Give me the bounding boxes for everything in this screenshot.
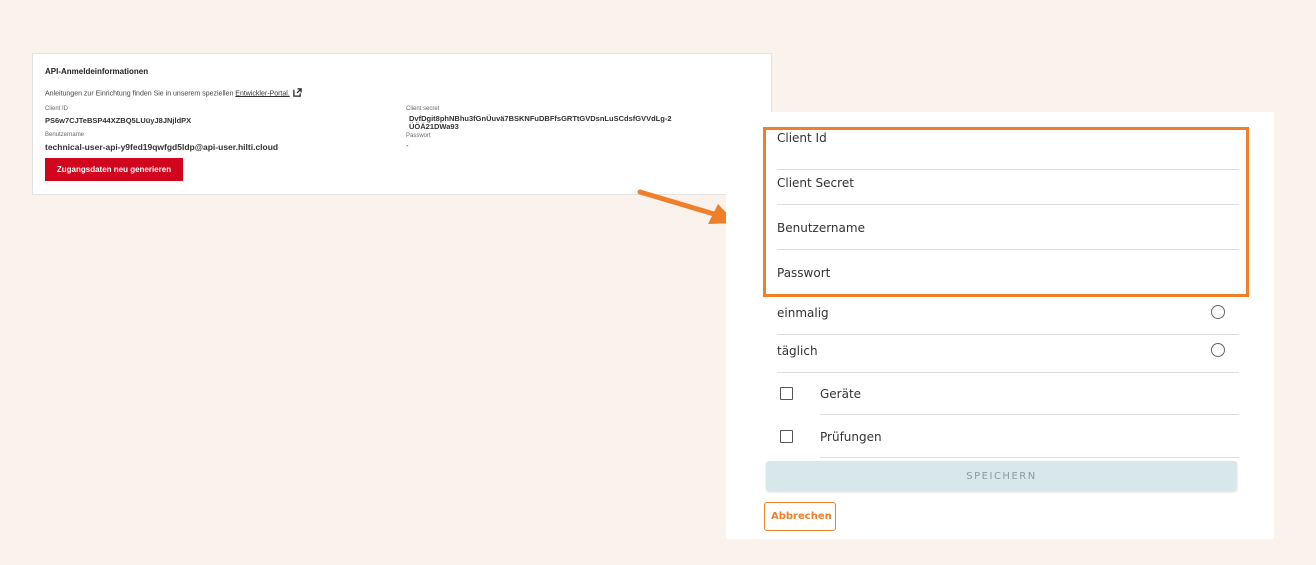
devices-option[interactable]: Geräte xyxy=(820,372,1239,415)
api-credentials-title: API-Anmeldeinformationen xyxy=(45,67,149,76)
client-secret-line-2: ÜÖÄ21DWa93 xyxy=(409,122,459,131)
api-hint-text: Anleitungen zur Einrichtung finden Sie i… xyxy=(45,88,302,99)
client-secret-value: DvfDgit8phNBhu3fGnÜuvä7BSKNFuDBFfsGRTtGV… xyxy=(409,115,672,131)
inspections-option[interactable]: Prüfungen xyxy=(820,415,1239,458)
external-link-icon[interactable] xyxy=(293,88,302,99)
client-id-value: PS6w7CJTeBSP44XZBQ5LUüyJ8JNjldPX xyxy=(45,116,192,125)
pointer-arrow-icon xyxy=(637,189,736,224)
frequency-daily-label: täglich xyxy=(777,344,818,358)
frequency-once-label: einmalig xyxy=(777,306,829,320)
frequency-option-daily[interactable]: täglich xyxy=(777,335,1239,373)
credentials-highlight-box xyxy=(763,127,1249,297)
cancel-button[interactable]: Abbrechen xyxy=(764,502,836,531)
password-value: - xyxy=(406,141,409,150)
client-id-label: Client ID xyxy=(45,106,69,112)
developer-portal-link[interactable]: Entwickler-Portal. xyxy=(235,90,289,97)
password-label: Passwort xyxy=(406,133,431,139)
checkbox-inspections[interactable] xyxy=(780,430,793,443)
inspections-label: Prüfungen xyxy=(820,430,882,444)
api-credentials-card: API-Anmeldeinformationen Anleitungen zur… xyxy=(32,53,772,195)
regenerate-credentials-button[interactable]: Zugangsdaten neu generieren xyxy=(45,158,183,181)
radio-daily[interactable] xyxy=(1211,343,1225,357)
devices-label: Geräte xyxy=(820,387,862,401)
radio-once[interactable] xyxy=(1211,305,1225,319)
client-secret-label: Client secret xyxy=(406,106,440,112)
username-value: technical-user-api-y9fed19qwfgd5ldp@api-… xyxy=(45,142,279,152)
hint-text: Anleitungen zur Einrichtung finden Sie i… xyxy=(45,90,236,98)
checkbox-devices[interactable] xyxy=(780,387,793,400)
frequency-option-once[interactable]: einmalig xyxy=(777,297,1239,335)
username-label: Benutzername xyxy=(45,132,85,138)
save-button[interactable]: SPEICHERN xyxy=(766,461,1237,491)
